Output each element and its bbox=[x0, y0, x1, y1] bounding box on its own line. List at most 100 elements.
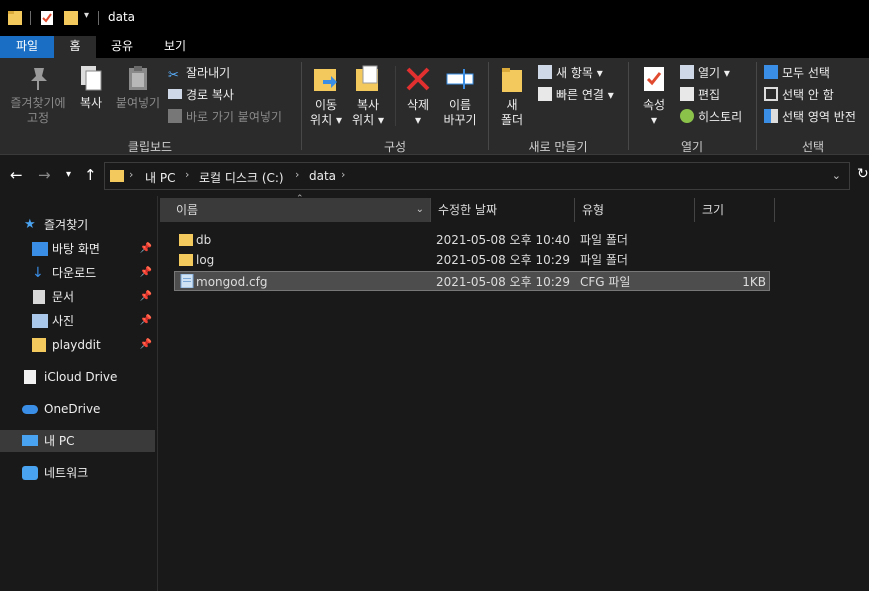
paste-button[interactable]: 붙여넣기 bbox=[112, 64, 164, 111]
new-folder-button[interactable]: 새 폴더 bbox=[494, 64, 530, 128]
window-title: data bbox=[108, 10, 136, 24]
breadcrumb-this-pc[interactable]: 내 PC bbox=[145, 169, 175, 186]
edit-icon bbox=[680, 87, 694, 101]
group-divider bbox=[756, 62, 757, 150]
delete-button[interactable]: 삭제 ▾ bbox=[400, 64, 436, 128]
file-size: 1KB bbox=[742, 275, 766, 289]
breadcrumb-local-disk[interactable]: 로컬 디스크 (C:) bbox=[199, 169, 284, 186]
easy-access-button[interactable]: 빠른 연결 ▾ bbox=[538, 86, 614, 104]
breadcrumb-chevron-icon: › bbox=[129, 168, 134, 181]
file-modified: 2021-05-08 오후 10:40 bbox=[436, 233, 571, 247]
column-header-type[interactable]: 유형 bbox=[582, 198, 692, 222]
toolbar-divider bbox=[98, 11, 99, 25]
group-divider bbox=[628, 62, 629, 150]
copy-icon bbox=[81, 66, 102, 91]
edit-button[interactable]: 편집 bbox=[680, 86, 720, 104]
nav-item-desktop[interactable]: 바탕 화면 📌 bbox=[0, 238, 155, 260]
address-bar[interactable]: › 내 PC › 로컬 디스크 (C:) › data › ⌄ bbox=[104, 162, 850, 190]
address-dropdown-icon[interactable]: ⌄ bbox=[832, 169, 841, 182]
file-modified: 2021-05-08 오후 10:29 bbox=[436, 275, 571, 289]
column-header-name[interactable]: 이름 ⌄ bbox=[160, 198, 430, 222]
copy-button[interactable]: 복사 bbox=[72, 64, 110, 111]
properties-icon[interactable] bbox=[40, 9, 54, 27]
invert-selection-icon bbox=[764, 109, 778, 123]
download-arrow-icon: ↓ bbox=[32, 265, 44, 281]
file-type: 파일 폴더 bbox=[580, 233, 628, 247]
select-none-button[interactable]: 선택 안 함 bbox=[764, 86, 834, 104]
nav-this-pc[interactable]: 내 PC bbox=[0, 430, 155, 452]
breadcrumb-chevron-icon: › bbox=[185, 168, 190, 181]
nav-item-downloads[interactable]: ↓ 다운로드 📌 bbox=[0, 262, 155, 284]
open-icon bbox=[680, 65, 694, 79]
column-header-modified[interactable]: 수정한 날짜 bbox=[438, 198, 568, 222]
scissors-icon: ✂ bbox=[168, 68, 179, 83]
nav-item-pictures[interactable]: 사진 📌 bbox=[0, 310, 155, 332]
column-divider[interactable] bbox=[774, 198, 775, 222]
chevron-down-icon[interactable]: ⌄ bbox=[416, 198, 424, 222]
tab-view[interactable]: 보기 bbox=[152, 36, 198, 58]
toolbar-divider bbox=[30, 11, 31, 25]
select-all-button[interactable]: 모두 선택 bbox=[764, 64, 830, 82]
group-label-organize: 구성 bbox=[383, 140, 407, 154]
file-name: mongod.cfg bbox=[196, 275, 268, 289]
rename-icon bbox=[446, 69, 474, 89]
tab-file[interactable]: 파일 bbox=[0, 36, 54, 58]
forward-arrow-icon[interactable]: → bbox=[38, 166, 51, 184]
customize-quick-access-icon[interactable]: ▾ bbox=[84, 10, 89, 21]
document-icon bbox=[33, 290, 45, 304]
folder-icon bbox=[8, 11, 22, 25]
pin-to-quick-access-button[interactable]: 즐겨찾기에 고정 bbox=[4, 64, 72, 126]
pin-icon: 📌 bbox=[139, 315, 152, 326]
properties-button[interactable]: 속성 ▾ bbox=[636, 64, 672, 128]
computer-icon bbox=[22, 435, 38, 446]
table-row[interactable]: db 2021-05-08 오후 10:40 파일 폴더 bbox=[174, 230, 770, 250]
back-arrow-icon[interactable]: ← bbox=[10, 166, 23, 184]
address-row: ← → ▾ ↑ › 내 PC › 로컬 디스크 (C:) › data › ⌄ … bbox=[0, 156, 869, 196]
tab-share[interactable]: 공유 bbox=[100, 36, 144, 58]
table-row[interactable]: log 2021-05-08 오후 10:29 파일 폴더 bbox=[174, 250, 770, 270]
breadcrumb-chevron-icon: › bbox=[341, 168, 346, 181]
file-type: CFG 파일 bbox=[580, 275, 631, 289]
pin-icon bbox=[31, 68, 47, 90]
config-file-icon bbox=[180, 274, 194, 288]
breadcrumb-data[interactable]: data bbox=[309, 169, 336, 183]
shortcut-icon bbox=[168, 109, 182, 123]
invert-selection-button[interactable]: 선택 영역 반전 bbox=[764, 108, 856, 126]
new-folder-icon[interactable] bbox=[64, 9, 78, 27]
folder-icon bbox=[32, 338, 46, 352]
nav-item-playddit[interactable]: playddit 📌 bbox=[0, 334, 155, 356]
copy-folder-icon bbox=[356, 65, 378, 91]
ribbon-tabs: 파일 홈 공유 보기 bbox=[0, 36, 869, 58]
group-label-clipboard: 클립보드 bbox=[127, 140, 173, 154]
history-button[interactable]: 히스토리 bbox=[680, 108, 742, 126]
table-row[interactable]: mongod.cfg 2021-05-08 오후 10:29 CFG 파일 1K… bbox=[174, 271, 770, 291]
history-icon bbox=[680, 109, 694, 123]
copy-to-button[interactable]: 복사 위치 ▾ bbox=[348, 64, 388, 128]
network-icon bbox=[22, 466, 38, 480]
recent-locations-icon[interactable]: ▾ bbox=[66, 169, 71, 180]
group-label-select: 선택 bbox=[801, 140, 825, 154]
nav-onedrive[interactable]: OneDrive bbox=[0, 398, 155, 420]
paste-shortcut-button[interactable]: 바로 가기 붙여넣기 bbox=[168, 108, 282, 126]
nav-network[interactable]: 네트워크 bbox=[0, 462, 155, 484]
open-button[interactable]: 열기 ▾ bbox=[680, 64, 730, 82]
rename-button[interactable]: 이름 바꾸기 bbox=[440, 64, 480, 128]
column-divider[interactable] bbox=[430, 198, 431, 222]
column-divider[interactable] bbox=[574, 198, 575, 222]
nav-item-documents[interactable]: 문서 📌 bbox=[0, 286, 155, 308]
nav-quick-access[interactable]: ★ 즐겨찾기 bbox=[0, 214, 155, 236]
folder-icon bbox=[179, 254, 193, 266]
tab-home[interactable]: 홈 bbox=[54, 36, 96, 58]
move-to-button[interactable]: 이동 위치 ▾ bbox=[306, 64, 346, 128]
nav-icloud-drive[interactable]: iCloud Drive bbox=[0, 366, 155, 388]
pin-icon: 📌 bbox=[139, 243, 152, 254]
move-folder-icon bbox=[314, 69, 337, 91]
up-arrow-icon[interactable]: ↑ bbox=[84, 166, 97, 184]
copy-path-button[interactable]: 경로 복사 bbox=[168, 86, 234, 104]
column-divider[interactable] bbox=[694, 198, 695, 222]
new-item-button[interactable]: 새 항목 ▾ bbox=[538, 64, 603, 82]
cut-button[interactable]: ✂ 잘라내기 bbox=[168, 64, 230, 83]
refresh-icon[interactable]: ↻ bbox=[857, 166, 869, 182]
column-header-size[interactable]: 크기 bbox=[702, 198, 772, 222]
group-divider bbox=[301, 62, 302, 150]
